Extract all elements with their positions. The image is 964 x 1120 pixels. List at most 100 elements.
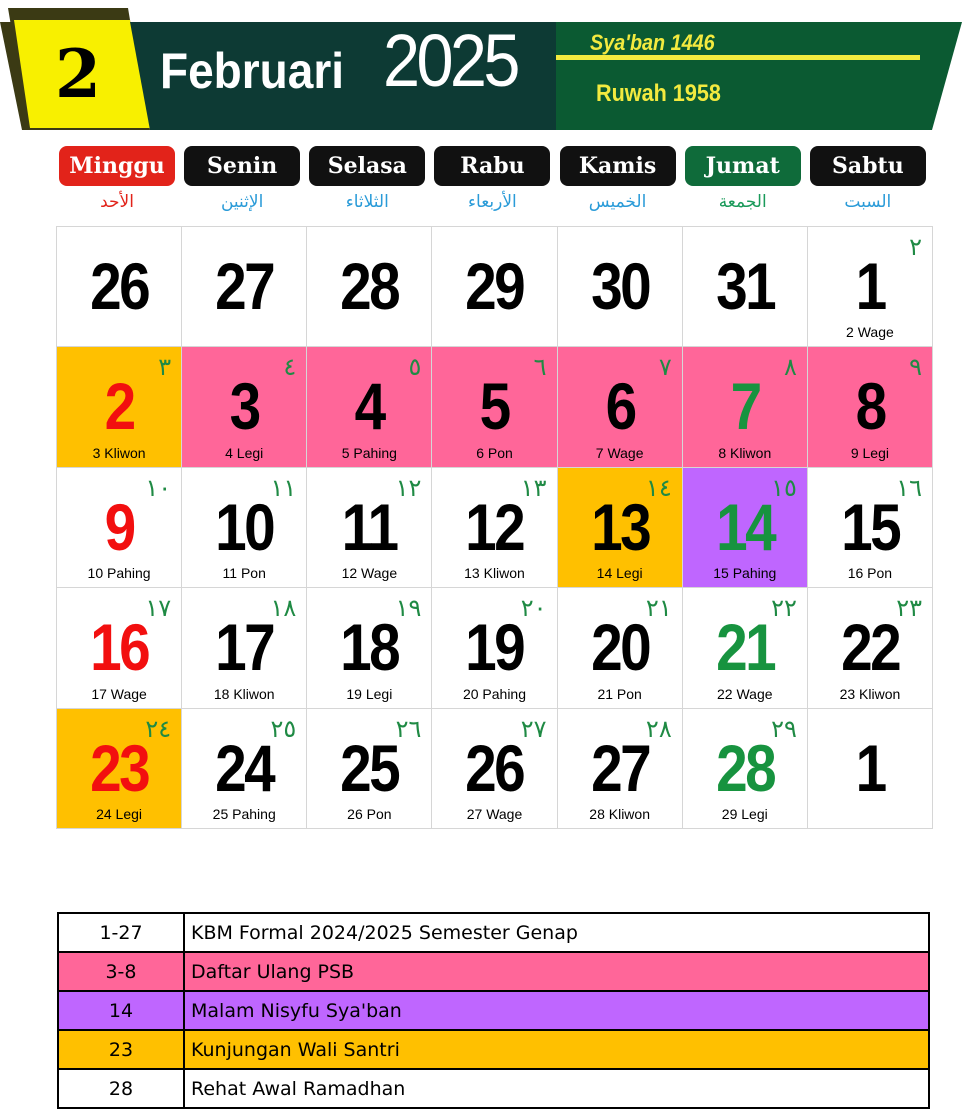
- legend-dates: 3-8: [57, 951, 185, 992]
- month-banner: 2 Februari 2025 Sya'ban 1446 Ruwah 1958: [0, 0, 964, 132]
- javanese-pasaran: 14 Legi: [596, 565, 643, 582]
- javanese-pasaran: 10 Pahing: [87, 565, 151, 582]
- legend-row: 1-27 KBM Formal 2024/2025 Semester Genap: [57, 912, 930, 953]
- hijri-day-number: ٢٣: [896, 594, 922, 623]
- legend-row: 23 Kunjungan Wali Santri: [57, 1029, 930, 1070]
- day-cell[interactable]: 1٢ 2 Wage: [807, 227, 933, 348]
- day-cell[interactable]: 20 ٢١ 21 Pon: [557, 588, 683, 709]
- day-cell[interactable]: 15 ١٦ 16 Pon: [807, 467, 933, 589]
- day-cell[interactable]: 7٨ 8 Kliwon: [682, 347, 808, 468]
- day-number: 7: [730, 369, 762, 444]
- weekday-arabic-label: الأربعاء: [468, 192, 517, 212]
- day-cell[interactable]: 17 ١٨ 18 Kliwon: [182, 588, 308, 709]
- day-cell[interactable]: 29: [432, 227, 558, 348]
- day-cell[interactable]: 11 ١٢ 12 Wage: [307, 467, 433, 589]
- hijri-day-number: ١٣: [520, 473, 547, 502]
- divider-line: [556, 55, 920, 60]
- day-cell[interactable]: 23 ٢٤ 24 Legi: [57, 708, 183, 829]
- hijri-day-number: ٢٠: [520, 594, 547, 623]
- day-cell[interactable]: 5٦ 6 Pon: [432, 347, 558, 468]
- day-cell[interactable]: 13 ١٤ 14 Legi: [557, 467, 683, 589]
- hijri-day-number: ٢٢: [771, 594, 797, 623]
- javanese-pasaran: 17 Wage: [91, 685, 147, 702]
- weekday-label: Senin: [184, 146, 301, 186]
- javanese-pasaran: 28 Kliwon: [589, 805, 650, 822]
- javanese-pasaran: 22 Wage: [717, 685, 773, 702]
- hijri-day-number: ٢٦: [395, 714, 422, 743]
- hijri-day-number: ١٨: [270, 594, 297, 623]
- javanese-pasaran: 2 Wage: [846, 324, 894, 341]
- hijri-day-number: ٢٩: [771, 714, 797, 743]
- javanese-month: Ruwah 1958: [596, 80, 721, 107]
- day-cell[interactable]: 26: [57, 227, 183, 348]
- day-cell[interactable]: 28: [307, 227, 433, 348]
- weekday-minggu: Minggu الأحد: [56, 146, 178, 222]
- day-number: 31: [715, 249, 777, 323]
- day-cell[interactable]: 25 ٢٦ 26 Pon: [307, 708, 433, 829]
- year: 2025: [383, 19, 520, 102]
- day-cell[interactable]: 27 ٢٨ 28 Kliwon: [557, 708, 683, 829]
- hijri-day-number: ١٩: [395, 594, 422, 623]
- legend-dates: 23: [57, 1029, 185, 1070]
- weekday-selasa: Selasa الثلاثاء: [306, 146, 428, 222]
- javanese-pasaran: 6 Pon: [476, 444, 513, 461]
- day-cell[interactable]: 28 ٢٩ 29 Legi: [682, 708, 808, 829]
- day-number: 1: [855, 249, 887, 323]
- javanese-pasaran: 26 Pon: [347, 805, 392, 822]
- day-cell[interactable]: 3٤ 4 Legi: [182, 347, 308, 468]
- day-cell[interactable]: 14 ١٥ 15 Pahing: [682, 467, 808, 589]
- day-cell[interactable]: 2٣ 3 Kliwon: [57, 347, 183, 468]
- hijri-day-number: ٦: [533, 353, 547, 382]
- hijri-month: Sya'ban 1446: [590, 30, 715, 55]
- day-cell[interactable]: 24 ٢٥ 25 Pahing: [182, 708, 308, 829]
- day-cell[interactable]: 21 ٢٢ 22 Wage: [682, 588, 808, 709]
- day-cell[interactable]: 18 ١٩ 19 Legi: [307, 588, 433, 709]
- day-number: 30: [590, 249, 652, 323]
- legend-row: 3-8 Daftar Ulang PSB: [57, 951, 930, 992]
- javanese-pasaran: 25 Pahing: [212, 805, 276, 822]
- legend-row: 14 Malam Nisyfu Sya'ban: [57, 990, 930, 1031]
- day-cell[interactable]: 1: [807, 708, 933, 829]
- day-cell[interactable]: 27: [182, 227, 308, 348]
- hijri-day-number: ٤: [283, 353, 297, 382]
- day-cell[interactable]: 19 ٢٠ 20 Pahing: [432, 588, 558, 709]
- hijri-day-number: ١٧: [145, 594, 172, 623]
- day-number: 4: [354, 369, 387, 444]
- hijri-day-number: ١٠: [145, 473, 172, 502]
- day-cell[interactable]: 30: [557, 227, 683, 348]
- day-cell[interactable]: 10 ١١ 11 Pon: [182, 467, 308, 589]
- javanese-pasaran: 24 Legi: [96, 805, 143, 822]
- day-cell[interactable]: 6٧ 7 Wage: [557, 347, 683, 468]
- hijri-day-number: ٢: [909, 233, 922, 261]
- javanese-pasaran: 27 Wage: [466, 805, 523, 822]
- weekday-kamis: Kamis الخميس: [557, 146, 679, 222]
- weekday-arabic-label: الإثنين: [220, 192, 264, 212]
- weekday-arabic-label: الأحد: [100, 192, 134, 212]
- day-cell[interactable]: 9 ١٠ 10 Pahing: [57, 467, 183, 589]
- day-cell[interactable]: 16 ١٧ 17 Wage: [57, 588, 183, 709]
- legend-event: Kunjungan Wali Santri: [183, 1029, 930, 1070]
- day-cell[interactable]: 8٩ 9 Legi: [807, 347, 933, 468]
- javanese-pasaran: 9 Legi: [850, 444, 889, 461]
- hijri-day-number: ١٢: [395, 473, 422, 502]
- javanese-pasaran: 13 Kliwon: [464, 565, 525, 582]
- javanese-pasaran: 18 Kliwon: [213, 685, 275, 702]
- javanese-pasaran: 20 Pahing: [462, 685, 527, 702]
- weekday-header-row: Minggu الأحد Senin الإثنين Selasa الثلاثاء Rab…: [56, 146, 932, 222]
- day-cell[interactable]: 26 ٢٧ 27 Wage: [432, 708, 558, 829]
- day-cell[interactable]: 22 ٢٣ 23 Kliwon: [807, 588, 933, 709]
- legend-dates: 14: [57, 990, 185, 1031]
- day-number: 6: [605, 369, 637, 444]
- javanese-pasaran: 8 Kliwon: [718, 444, 772, 461]
- weekday-label: Jumat: [684, 146, 801, 186]
- legend-event: Daftar Ulang PSB: [183, 951, 930, 992]
- day-number: 27: [215, 249, 276, 323]
- hijri-day-number: ٢٤: [145, 714, 172, 743]
- hijri-day-number: ١١: [270, 473, 297, 502]
- hijri-day-number: ٢١: [645, 594, 672, 623]
- day-cell[interactable]: 31: [682, 227, 808, 348]
- day-cell[interactable]: 12 ١٣ 13 Kliwon: [432, 467, 558, 589]
- hijri-day-number: ٧: [658, 353, 672, 382]
- day-cell[interactable]: 4٥ 5 Pahing: [307, 347, 433, 468]
- weekday-rabu: Rabu الأربعاء: [431, 146, 553, 222]
